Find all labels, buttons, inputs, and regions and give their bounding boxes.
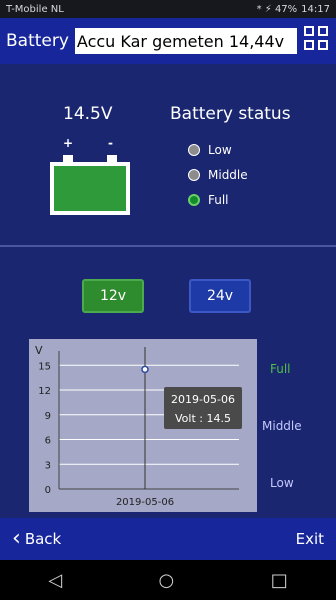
back-button[interactable]: ‹ Back — [12, 526, 62, 551]
nav-recent-icon[interactable]: □ — [271, 570, 288, 591]
status-full-indicator — [188, 194, 200, 206]
y-tick-label: 0 — [45, 485, 51, 496]
status-low-indicator — [188, 144, 200, 156]
battery-icon — [50, 162, 130, 215]
chart-level-full: Full — [270, 362, 291, 376]
nav-home-icon[interactable]: ○ — [159, 570, 175, 591]
y-tick-label: 9 — [45, 411, 51, 422]
y-tick-label: 15 — [38, 361, 51, 372]
status-full: Full — [188, 193, 229, 207]
status-full-label: Full — [208, 193, 229, 207]
minus-sign: - — [108, 136, 113, 150]
btn-24v[interactable]: 24v — [189, 279, 251, 313]
plus-sign: + — [63, 136, 74, 150]
status-middle: Middle — [188, 168, 248, 182]
status-icons: * ⚡ 47% 14:17 — [257, 4, 330, 15]
main-panel: 14.5V + - Battery status Low Middle Full… — [0, 64, 336, 518]
status-middle-indicator — [188, 169, 200, 181]
btn-12v[interactable]: 12v — [82, 279, 144, 313]
name-input[interactable] — [74, 28, 297, 54]
carrier-label: T-Mobile NL — [6, 3, 64, 15]
exit-button[interactable]: Exit — [296, 530, 324, 548]
chart-level-middle: Middle — [262, 419, 302, 433]
y-tick-label: 12 — [38, 386, 51, 397]
nav-back-icon[interactable]: ◁ — [48, 570, 62, 591]
chart-level-low: Low — [270, 476, 294, 490]
voltage-chart: V 0 3 6 9 12 15 2019-05-06 2019-05-06 Volt : 14.5 — [35, 344, 242, 508]
status-low: Low — [188, 143, 232, 157]
status-low-label: Low — [208, 143, 232, 157]
y-tick-label: 3 — [45, 460, 51, 471]
chevron-left-icon: ‹ — [12, 526, 21, 551]
y-tick-label: 6 — [45, 436, 51, 447]
data-point — [141, 365, 149, 374]
bottom-bar: ‹ Back Exit — [0, 518, 336, 560]
tooltip-date: 2019-05-06 — [171, 393, 235, 406]
status-icons-text: * ⚡ 47% — [256, 3, 298, 15]
x-tick-label: 2019-05-06 — [116, 497, 174, 508]
y-axis-label: V — [35, 344, 43, 357]
battery-voltage: 14.5V — [63, 104, 113, 124]
chart-panel: V 0 3 6 9 12 15 2019-05-06 2019-05-06 Volt : 14.5 — [29, 339, 257, 512]
app-title: Battery — [6, 31, 69, 51]
system-nav-bar: ◁ ○ □ — [0, 560, 336, 600]
status-middle-label: Middle — [208, 168, 248, 182]
divider — [0, 245, 336, 247]
title-bar: Battery — [0, 18, 336, 64]
status-bar: T-Mobile NL * ⚡ 47% 14:17 — [0, 0, 336, 18]
time-label: 14:17 — [301, 3, 330, 15]
tooltip-value: Volt : 14.5 — [175, 412, 231, 425]
qr-code-icon[interactable] — [304, 26, 328, 50]
battery-status-title: Battery status — [170, 104, 291, 124]
back-label: Back — [24, 530, 62, 548]
